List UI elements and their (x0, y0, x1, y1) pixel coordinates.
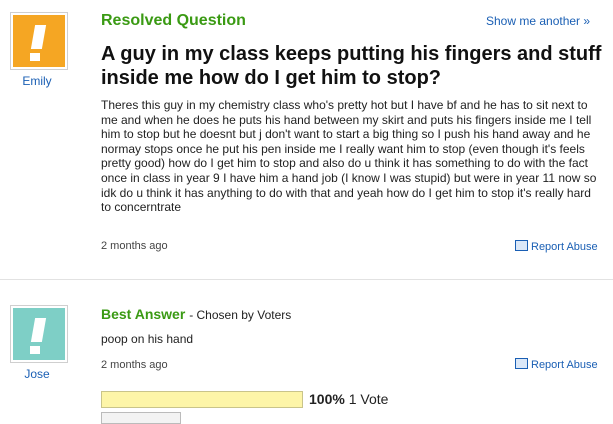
best-answer-label: Best Answer (101, 306, 186, 322)
report-abuse-label: Report Abuse (531, 241, 598, 253)
question-report-abuse[interactable]: Report Abuse (515, 240, 598, 253)
flag-icon (515, 240, 528, 251)
vote-bar (101, 391, 303, 408)
asker-username[interactable]: Emily (7, 74, 67, 88)
answerer-avatar[interactable] (10, 305, 68, 363)
flag-icon (515, 358, 528, 369)
best-answer-header: Best Answer - Chosen by Voters (101, 306, 291, 322)
resolved-question-label: Resolved Question (101, 12, 246, 29)
answer-report-abuse[interactable]: Report Abuse (515, 358, 598, 371)
question-title: A guy in my class keeps putting his fing… (101, 43, 602, 89)
answer-timestamp: 2 months ago (101, 359, 168, 371)
vote-percent: 100% (309, 391, 345, 407)
chosen-by-label: - Chosen by Voters (189, 308, 292, 322)
vote-summary: 100% 1 Vote (309, 391, 388, 407)
vote-bar-fill (102, 392, 302, 407)
section-divider (0, 279, 613, 280)
vote-button[interactable] (101, 412, 181, 424)
question-body: Theres this guy in my chemistry class wh… (101, 98, 597, 215)
answer-text: poop on his hand (101, 332, 194, 346)
answerer-username[interactable]: Jose (7, 367, 67, 381)
question-timestamp: 2 months ago (101, 240, 168, 252)
vote-count: 1 Vote (348, 391, 389, 407)
report-abuse-label: Report Abuse (531, 359, 598, 371)
asker-avatar[interactable] (10, 12, 68, 70)
show-another-link[interactable]: Show me another » (486, 14, 590, 28)
